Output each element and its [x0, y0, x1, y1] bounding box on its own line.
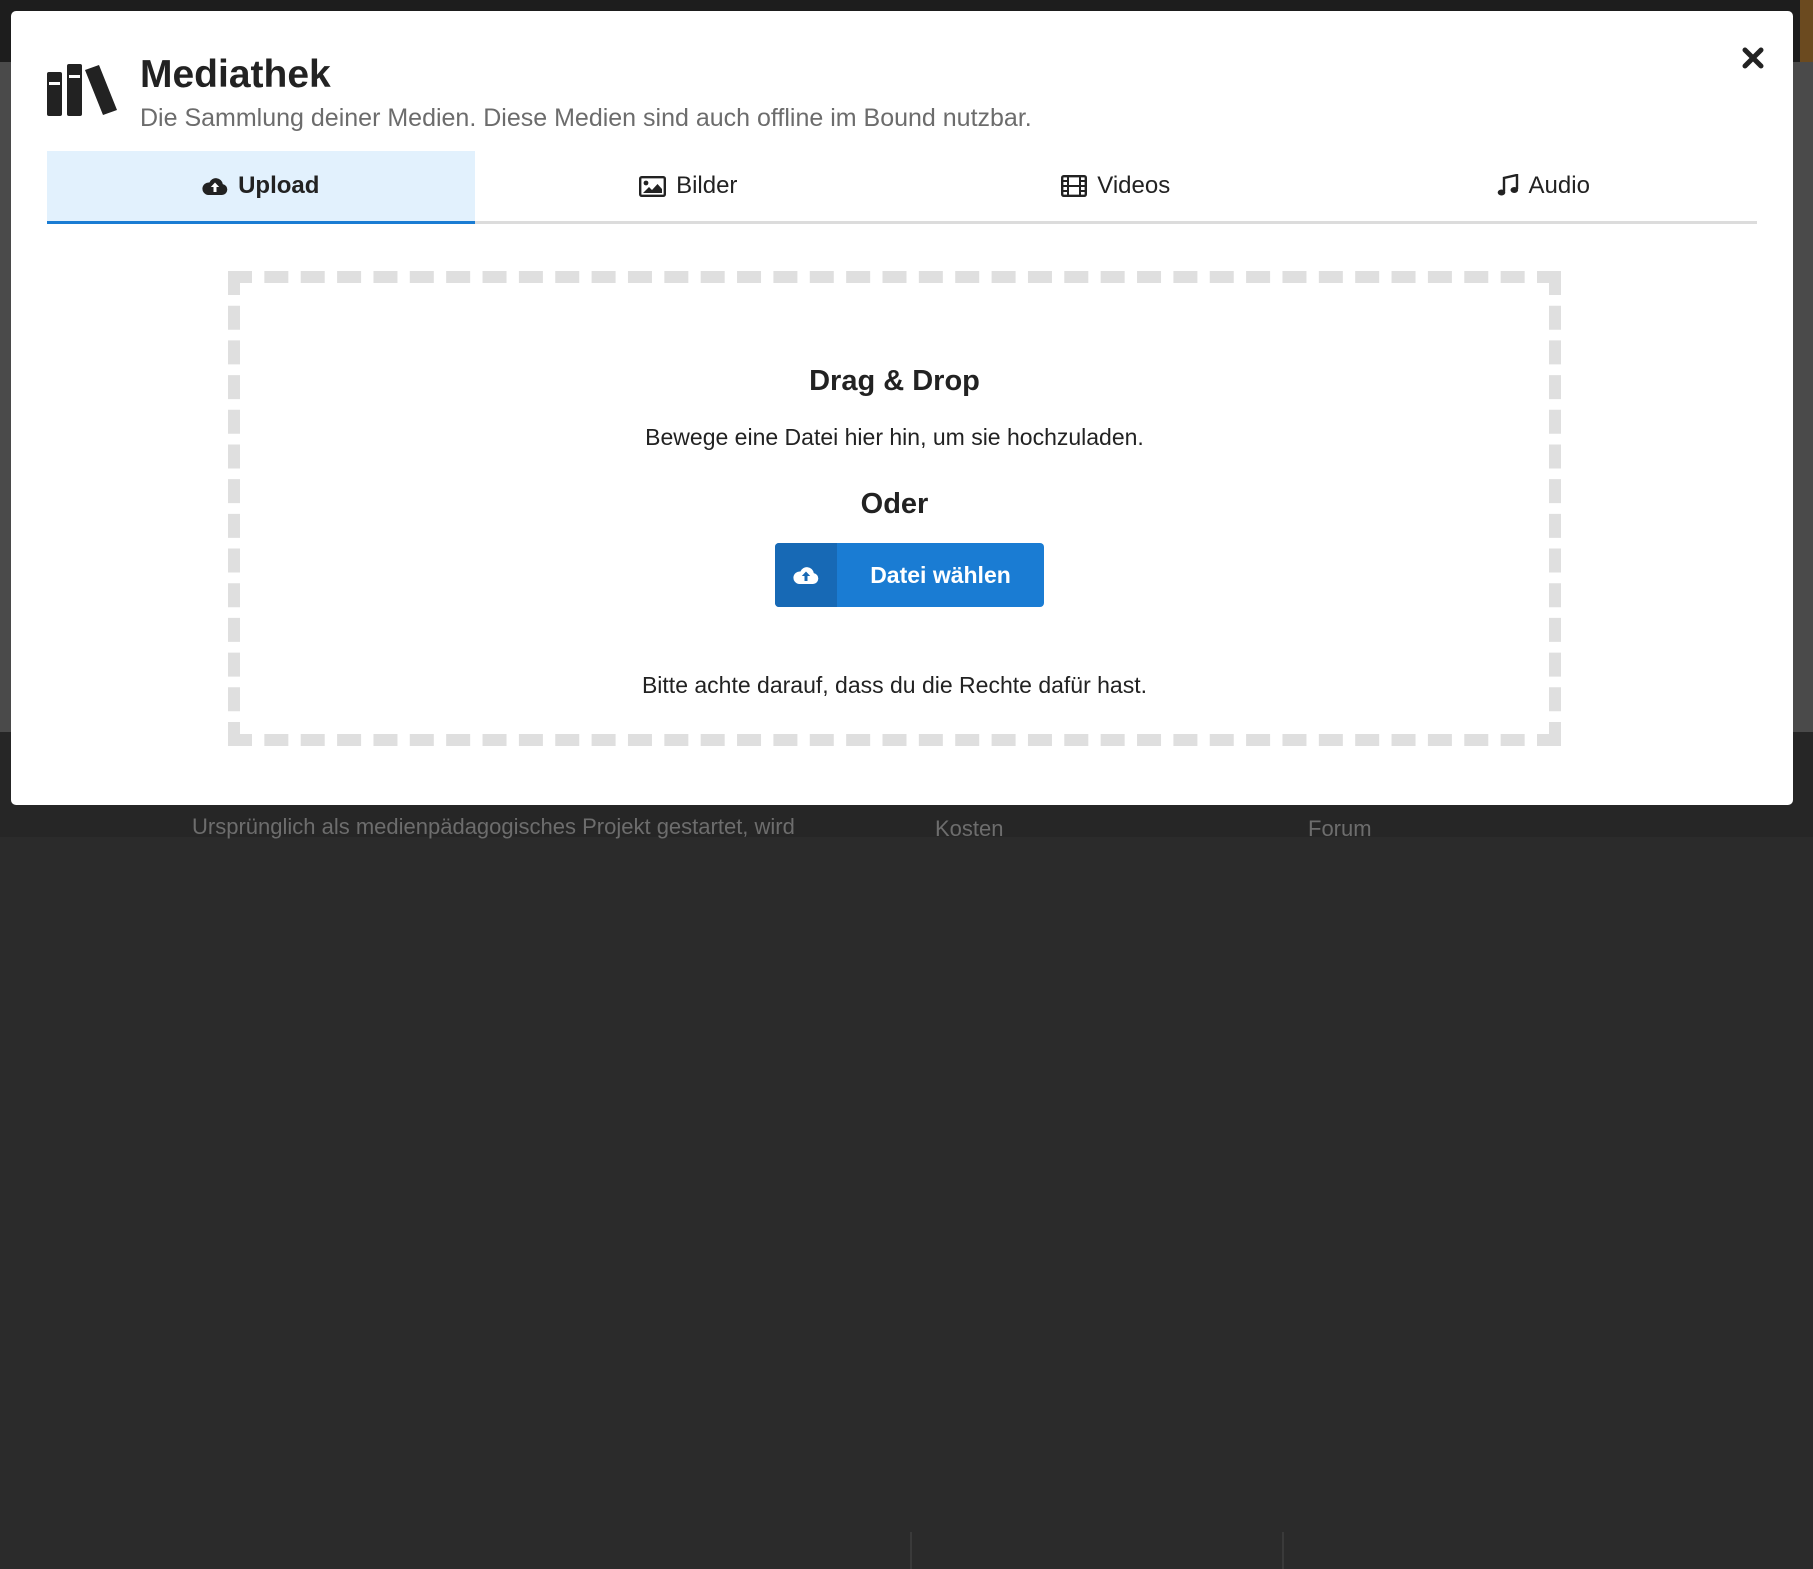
music-note-icon: [1497, 174, 1518, 196]
tab-bilder-label: Bilder: [676, 172, 738, 199]
image-icon: [639, 175, 667, 197]
dropzone-or-label: Oder: [860, 488, 929, 520]
tab-upload-label: Upload: [238, 172, 320, 199]
books-icon: [47, 64, 119, 121]
background-link-kosten: Kosten: [935, 816, 1004, 841]
choose-file-button-label: Datei wählen: [870, 561, 1011, 588]
rights-notice: Bitte achte darauf, dass du die Rechte d…: [641, 672, 1148, 698]
choose-file-button[interactable]: Datei wählen: [775, 543, 1044, 607]
film-icon: [1061, 175, 1088, 197]
cloud-upload-icon: [793, 567, 819, 584]
dropzone-instruction: Bewege eine Datei hier hin, um sie hochz…: [645, 424, 1144, 450]
background-divider: [1282, 1532, 1284, 1569]
background-link-forum: Forum: [1308, 816, 1372, 841]
tab-audio[interactable]: Audio: [1330, 151, 1758, 221]
cloud-upload-icon: [202, 178, 228, 195]
close-icon: [1742, 47, 1764, 69]
close-button[interactable]: [1736, 41, 1770, 75]
media-tabs: Upload Bilder Videos Audio: [47, 151, 1757, 224]
modal-title: Mediathek: [140, 53, 331, 96]
tab-bilder[interactable]: Bilder: [475, 151, 903, 221]
background-divider: [910, 1532, 912, 1569]
modal-subtitle: Die Sammlung deiner Medien. Diese Medien…: [140, 104, 1032, 132]
tab-upload[interactable]: Upload: [47, 151, 475, 224]
dropzone-heading: Drag & Drop: [809, 365, 980, 397]
tab-audio-label: Audio: [1528, 172, 1590, 199]
tab-videos-label: Videos: [1097, 172, 1171, 199]
background-accent: [1800, 0, 1813, 62]
button-icon-area: [775, 543, 837, 607]
background-text: Ursprünglich als medienpädagogisches Pro…: [192, 814, 795, 839]
upload-dropzone[interactable]: Drag & Drop Bewege eine Datei hier hin, …: [228, 271, 1561, 746]
tab-videos[interactable]: Videos: [902, 151, 1330, 221]
mediathek-modal: Mediathek Die Sammlung deiner Medien. Di…: [11, 11, 1793, 805]
